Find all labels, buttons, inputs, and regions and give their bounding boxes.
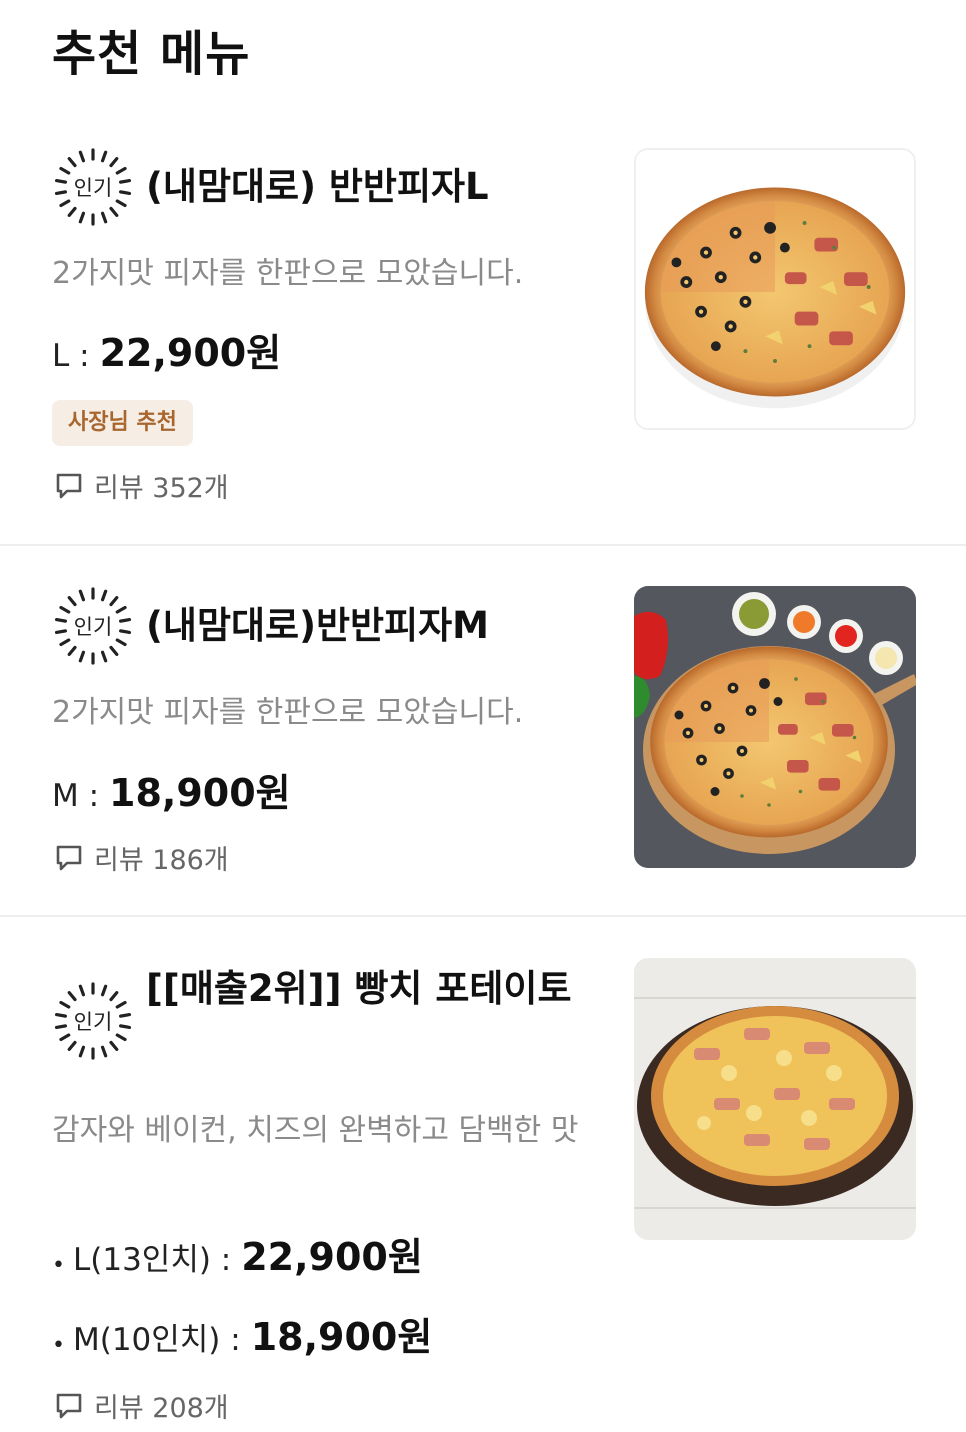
- menu-item-name: (내맘대로)반반피자M: [146, 604, 489, 647]
- popular-badge-icon: 인기: [52, 585, 134, 667]
- popular-badge-text: 인기: [74, 615, 113, 639]
- popular-badge-icon: 인기: [52, 146, 134, 228]
- half-and-half-pizza-image: [636, 150, 914, 428]
- menu-item-name: [[매출2위]] 빵치 포테이토: [146, 967, 572, 1010]
- menu-item-description: 2가지맛 피자를 한판으로 모았습니다.: [52, 256, 524, 291]
- price-value: 22,900원: [241, 1235, 423, 1279]
- review-count-text: 리뷰 208개: [94, 1393, 229, 1424]
- menu-item-image[interactable]: [634, 148, 916, 430]
- owner-recommend-badge: 사장님 추천: [52, 400, 193, 446]
- price-row: L :22,900원: [52, 322, 281, 377]
- divider: [0, 915, 966, 917]
- price-label: L :: [52, 338, 90, 374]
- popular-badge-text: 인기: [74, 1010, 113, 1034]
- potato-pizza-image: [634, 958, 916, 1240]
- divider: [0, 544, 966, 546]
- price-row: • L(13인치) :22,900원: [52, 1235, 423, 1279]
- review-bubble-icon: [56, 1393, 82, 1418]
- price-value: 18,900원: [109, 771, 291, 815]
- review-count-text: 리뷰 352개: [94, 473, 229, 504]
- menu-item-description: 2가지맛 피자를 한판으로 모았습니다.: [52, 695, 524, 730]
- menu-item-image[interactable]: [634, 958, 916, 1240]
- price-value: 22,900원: [99, 331, 282, 375]
- menu-item-name: (내맘대로) 반반피자L: [146, 165, 489, 208]
- price-label: M(10인치) :: [72, 1322, 241, 1358]
- menu-item-image[interactable]: [634, 586, 916, 868]
- pizza-with-sauces-image: [634, 586, 916, 868]
- review-bubble-icon: [56, 473, 82, 498]
- review-bubble-icon: [56, 845, 82, 870]
- price-label: L(13인치) :: [72, 1242, 232, 1278]
- menu-item-description: 감자와 베이컨, 치즈의 완벽하고 담백한 맛: [52, 1113, 579, 1148]
- price-value: 18,900원: [250, 1315, 433, 1359]
- page-title: 추천 메뉴: [52, 26, 251, 82]
- review-count: 리뷰 352개: [54, 466, 229, 505]
- popular-badge-text: 인기: [74, 176, 113, 200]
- price-row: M :18,900원: [52, 762, 291, 817]
- review-count: 리뷰 208개: [54, 1386, 229, 1425]
- review-count: 리뷰 186개: [54, 838, 229, 877]
- price-row: • M(10인치) :18,900원: [52, 1315, 433, 1359]
- price-label: M :: [52, 778, 100, 814]
- popular-badge-icon: 인기: [52, 980, 134, 1062]
- review-count-text: 리뷰 186개: [94, 845, 229, 876]
